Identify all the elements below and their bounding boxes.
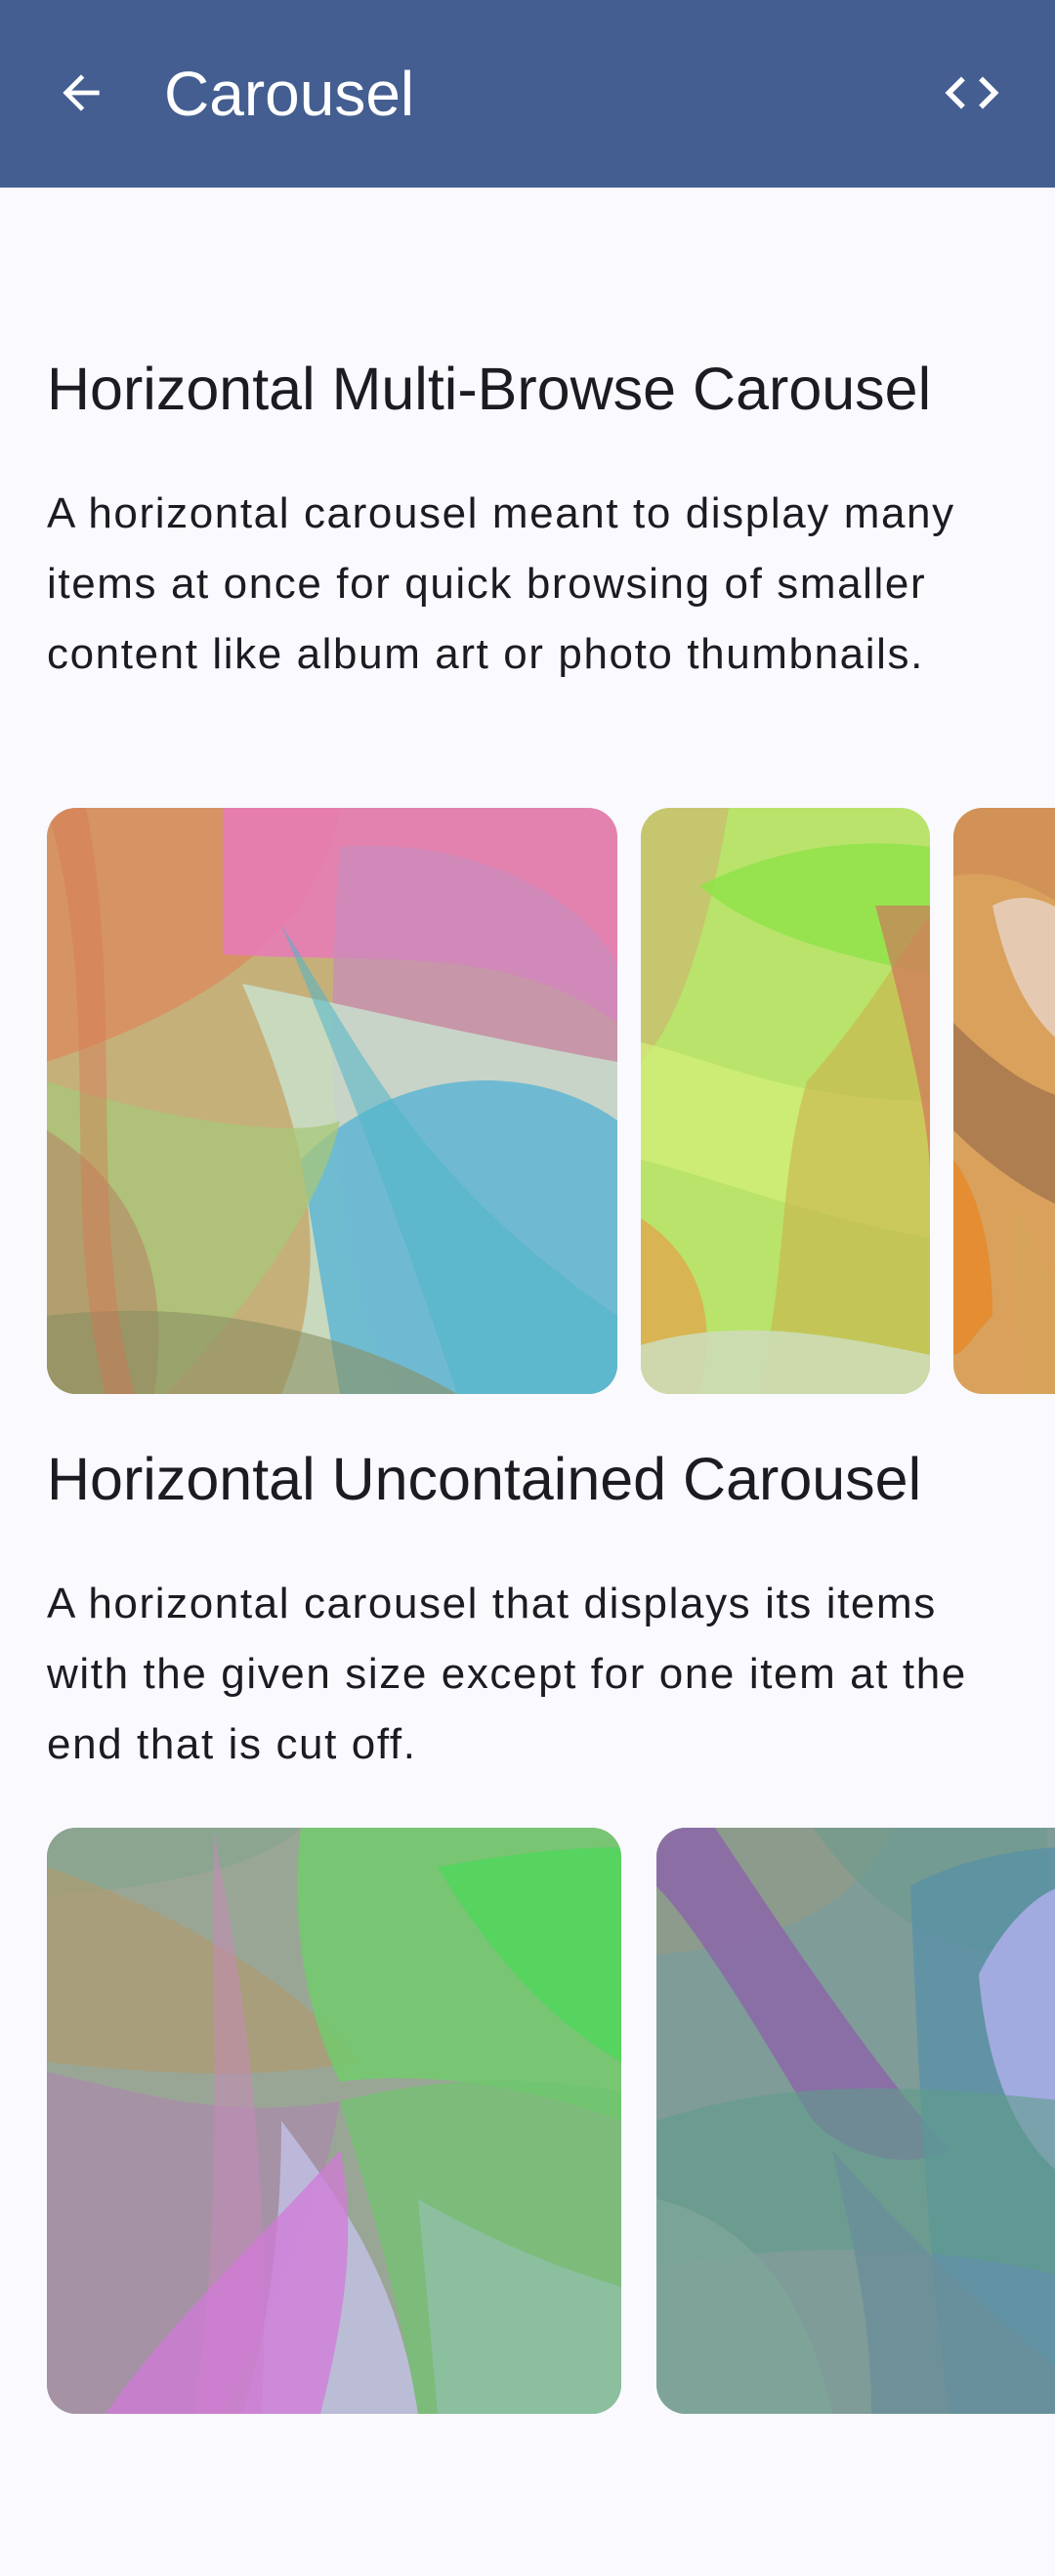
carousel-item[interactable] [47,808,617,1394]
abstract-image [47,1828,621,2414]
section-description-uncontained: A horizontal carousel that displays its … [47,1580,967,1768]
section-description-multi-browse: A horizontal carousel meant to display m… [47,489,955,678]
section-title-uncontained: Horizontal Uncontained Carousel [47,1446,922,1512]
top-app-bar: Carousel [0,0,1055,188]
abstract-image [656,1828,1055,2414]
abstract-image [953,808,1055,1394]
uncontained-carousel[interactable] [0,1828,1055,2414]
multi-browse-carousel[interactable] [0,808,1055,1394]
arrow-back-icon [63,74,100,111]
section-title-multi-browse: Horizontal Multi-Browse Carousel [47,356,932,422]
carousel-item[interactable] [656,1828,1055,2414]
abstract-image [47,808,617,1394]
carousel-item[interactable] [953,808,1055,1394]
code-icon [945,76,999,109]
page-title: Carousel [164,59,415,129]
carousel-item[interactable] [47,1828,621,2414]
carousel-item[interactable] [641,808,930,1394]
abstract-image [641,808,930,1394]
view-code-button[interactable] [940,61,1004,125]
back-button[interactable] [49,61,113,125]
